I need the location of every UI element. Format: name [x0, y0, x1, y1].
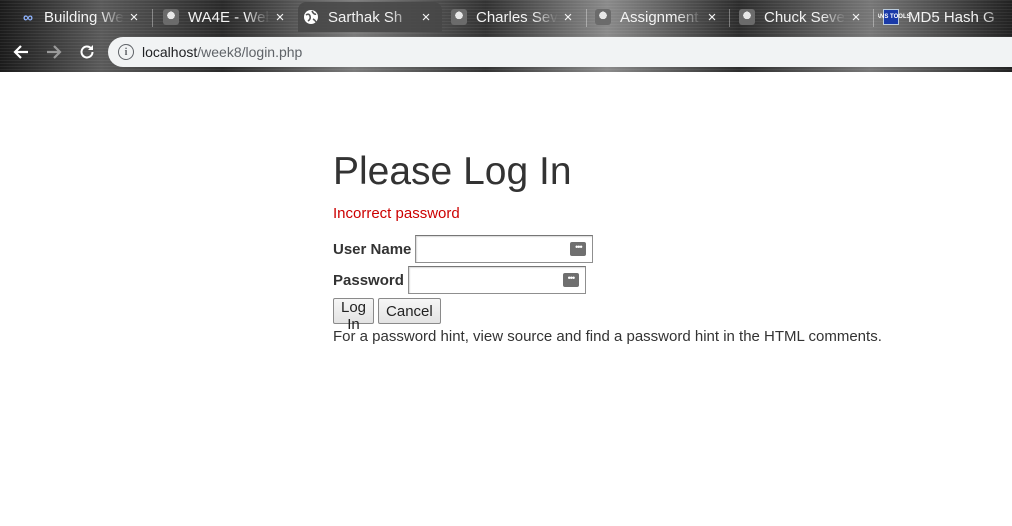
- tab-wa4e[interactable]: WA4E - Web ×: [158, 2, 296, 32]
- tab-divider: [873, 9, 874, 27]
- avatar-icon: [594, 8, 612, 26]
- username-label: User Name: [333, 240, 412, 258]
- error-message: Incorrect password: [333, 205, 460, 222]
- form-buttons: Log In Cancel: [333, 298, 441, 333]
- tab-title: Sarthak Sh: [328, 8, 403, 26]
- tab-assignment[interactable]: Assignment ×: [590, 2, 728, 32]
- globe-icon: [302, 8, 320, 26]
- reload-button[interactable]: [75, 40, 99, 64]
- cancel-button[interactable]: Cancel: [378, 298, 441, 324]
- close-icon[interactable]: ×: [702, 9, 722, 26]
- password-label: Password: [333, 271, 404, 289]
- tab-sarthak-active[interactable]: Sarthak Sh ×: [298, 2, 442, 32]
- browser-chrome: ∞ Building Web × WA4E - Web × Sarthak Sh…: [0, 0, 1012, 72]
- tab-md5-hash[interactable]: DANS TOOLS MD5 Hash G: [878, 2, 1012, 32]
- password-hint-text: For a password hint, view source and fin…: [333, 328, 882, 345]
- tab-divider: [152, 9, 153, 27]
- tab-title: Assignment: [620, 8, 699, 26]
- tab-title: Chuck Sever: [764, 8, 846, 26]
- reload-icon: [80, 45, 94, 59]
- tab-charles-sev[interactable]: Charles Sev ×: [446, 2, 584, 32]
- password-row: Password •••: [333, 266, 586, 294]
- tab-divider: [586, 9, 587, 27]
- close-icon[interactable]: ×: [416, 9, 436, 26]
- dans-tools-icon: DANS TOOLS: [878, 8, 911, 26]
- tab-title: Charles Sev: [476, 8, 558, 26]
- tab-strip: ∞ Building Web × WA4E - Web × Sarthak Sh…: [0, 0, 1012, 34]
- arrow-left-icon: [13, 45, 28, 59]
- password-input[interactable]: [408, 267, 585, 293]
- tab-title: MD5 Hash G: [908, 8, 995, 26]
- arrow-right-icon: [47, 45, 62, 59]
- link-icon: ∞: [23, 9, 33, 25]
- close-icon[interactable]: ×: [124, 9, 144, 26]
- navigation-bar: i localhost/week8/login.php: [0, 34, 1012, 70]
- avatar-icon: [738, 8, 756, 26]
- avatar-icon: [450, 8, 468, 26]
- tab-building-web[interactable]: ∞ Building Web ×: [14, 2, 150, 32]
- site-info-icon[interactable]: i: [118, 44, 134, 60]
- username-row: User Name •••: [333, 235, 594, 263]
- tab-title: WA4E - Web: [188, 8, 270, 26]
- close-icon[interactable]: ×: [270, 9, 290, 26]
- password-field-wrapper: •••: [407, 266, 586, 294]
- url-text: localhost/week8/login.php: [142, 44, 303, 60]
- username-field-wrapper: •••: [415, 235, 594, 263]
- username-input[interactable]: [416, 236, 593, 262]
- avatar-icon: [162, 8, 180, 26]
- address-bar[interactable]: i localhost/week8/login.php: [108, 37, 1012, 67]
- tab-divider: [729, 9, 730, 27]
- back-button[interactable]: [9, 40, 33, 64]
- tab-title: Building Web: [44, 8, 124, 26]
- page-title: Please Log In: [333, 150, 572, 193]
- close-icon[interactable]: ×: [558, 9, 578, 26]
- password-manager-key-icon[interactable]: •••: [562, 273, 579, 287]
- close-icon[interactable]: ×: [846, 9, 866, 26]
- login-button[interactable]: Log In: [333, 298, 375, 333]
- password-manager-key-icon[interactable]: •••: [570, 242, 587, 256]
- forward-button[interactable]: [42, 40, 66, 64]
- tab-chuck-sever[interactable]: Chuck Sever ×: [734, 2, 872, 32]
